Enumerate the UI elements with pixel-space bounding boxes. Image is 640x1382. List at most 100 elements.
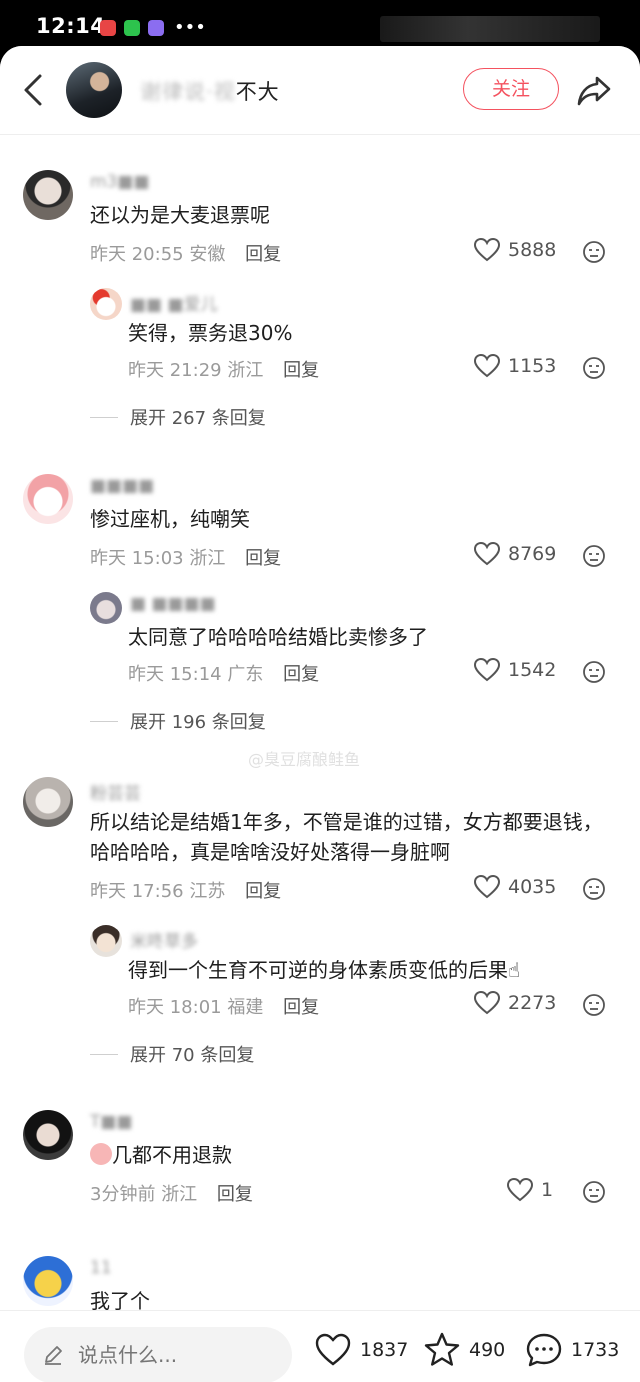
reply-username[interactable]: ■■ ■爱儿 bbox=[130, 290, 218, 315]
heart-icon bbox=[474, 542, 500, 566]
reply-avatar[interactable] bbox=[90, 925, 122, 957]
dislike-icon[interactable] bbox=[582, 544, 606, 568]
expand-replies[interactable]: 展开 196 条回复 bbox=[90, 708, 266, 734]
bottom-bar: 1837 490 1733 bbox=[0, 1310, 640, 1382]
comment-total: 1733 bbox=[571, 1339, 620, 1361]
comment-time: 3分钟前 bbox=[90, 1184, 156, 1205]
commenter-username[interactable]: ■■■■ bbox=[90, 476, 154, 496]
comment-action[interactable]: 1733 bbox=[525, 1331, 619, 1369]
watermark: @臭豆腐酿鲑鱼 bbox=[248, 750, 361, 769]
heart-icon bbox=[474, 354, 500, 378]
comment-text-body: 几都不用退款 bbox=[112, 1143, 232, 1167]
author-name-obscured: 谢律说·视 bbox=[140, 80, 236, 104]
like-button[interactable]: 2273 bbox=[474, 991, 556, 1015]
comment-location: 浙江 bbox=[161, 1184, 198, 1205]
comment-text: 还以为是大麦退票呢 bbox=[90, 203, 270, 227]
expand-divider bbox=[90, 1053, 118, 1055]
expand-replies[interactable]: 展开 267 条回复 bbox=[90, 404, 266, 430]
dislike-icon[interactable] bbox=[582, 660, 606, 684]
pencil-icon bbox=[45, 1346, 62, 1365]
back-arrow-icon[interactable] bbox=[18, 72, 48, 108]
dislike-icon[interactable] bbox=[582, 240, 606, 264]
comment-time: 昨天 17:56 bbox=[90, 881, 184, 902]
favorite-action[interactable]: 490 bbox=[423, 1331, 505, 1369]
reply-button[interactable]: 回复 bbox=[283, 664, 319, 685]
like-total: 1837 bbox=[360, 1339, 409, 1361]
heart-icon bbox=[474, 658, 500, 682]
reply-location: 浙江 bbox=[227, 360, 264, 381]
like-button[interactable]: 5888 bbox=[474, 238, 556, 262]
reply-button[interactable]: 回复 bbox=[245, 881, 281, 902]
heart-icon bbox=[315, 1333, 351, 1366]
heart-icon bbox=[474, 238, 500, 262]
reply-time: 昨天 15:14 bbox=[128, 664, 222, 685]
like-count: 1153 bbox=[508, 355, 557, 377]
reply-button[interactable]: 回复 bbox=[283, 997, 319, 1018]
comment-input[interactable] bbox=[76, 1342, 280, 1368]
reply-button[interactable]: 回复 bbox=[217, 1184, 253, 1205]
commenter-username[interactable]: T■■ bbox=[90, 1112, 133, 1132]
reply-button[interactable]: 回复 bbox=[245, 244, 281, 265]
reply-avatar[interactable] bbox=[90, 288, 122, 320]
reply-location: 福建 bbox=[227, 997, 264, 1018]
reply-text: 太同意了哈哈哈哈结婚比卖惨多了 bbox=[128, 625, 428, 649]
like-count: 8769 bbox=[508, 543, 557, 565]
expand-replies[interactable]: 展开 70 条回复 bbox=[90, 1041, 254, 1067]
like-button[interactable]: 1542 bbox=[474, 658, 556, 682]
comment-meta: 3分钟前 浙江 回复 bbox=[90, 1180, 253, 1206]
comment-location: 浙江 bbox=[189, 548, 226, 569]
like-button[interactable]: 4035 bbox=[474, 875, 556, 899]
expand-divider bbox=[90, 720, 118, 722]
weibo-icon bbox=[100, 20, 116, 36]
commenter-avatar[interactable] bbox=[23, 1256, 73, 1306]
dislike-icon[interactable] bbox=[582, 877, 606, 901]
author-avatar[interactable] bbox=[66, 62, 122, 118]
heart-icon bbox=[474, 875, 500, 899]
dislike-icon[interactable] bbox=[582, 356, 606, 380]
commenter-avatar[interactable] bbox=[23, 777, 73, 827]
comment-sheet: 谢律说·视不大 关注 m3■■ 还以为是大麦退票呢 昨天 20:55 安徽 回复… bbox=[0, 46, 640, 1382]
comment-location: 安徽 bbox=[189, 244, 226, 265]
commenter-username[interactable]: 粉芸芸 bbox=[90, 779, 141, 804]
author-name[interactable]: 谢律说·视不大 bbox=[140, 76, 280, 106]
dislike-icon[interactable] bbox=[582, 1180, 606, 1204]
commenter-avatar[interactable] bbox=[23, 474, 73, 524]
expand-divider bbox=[90, 416, 118, 418]
status-app-icons: ••• bbox=[100, 19, 206, 37]
follow-button[interactable]: 关注 bbox=[463, 68, 559, 110]
reply-meta: 昨天 15:14 广东 回复 bbox=[128, 660, 319, 686]
reply-avatar[interactable] bbox=[90, 592, 122, 624]
commenter-username[interactable]: 11 bbox=[90, 1258, 112, 1278]
comment-location: 江苏 bbox=[189, 881, 226, 902]
comment-text: 惨过座机，纯嘲笑 bbox=[90, 507, 250, 531]
expand-label: 展开 267 条回复 bbox=[130, 408, 266, 429]
like-count: 5888 bbox=[508, 239, 557, 261]
top-bar: 谢律说·视不大 关注 bbox=[0, 46, 640, 135]
like-button[interactable]: 1153 bbox=[474, 354, 556, 378]
like-button[interactable]: 1 bbox=[507, 1178, 553, 1202]
comment-input-box[interactable] bbox=[24, 1327, 292, 1382]
reply-meta: 昨天 18:01 福建 回复 bbox=[128, 993, 319, 1019]
commenter-avatar[interactable] bbox=[23, 1110, 73, 1160]
share-icon[interactable] bbox=[574, 70, 614, 110]
heart-icon bbox=[474, 991, 500, 1015]
comment-text: 所以结论是结婚1年多，不管是谁的过错，女方都要退钱，哈哈哈哈，真是啥啥没好处落得… bbox=[90, 810, 603, 864]
reply-username[interactable]: ■ ■■■■ bbox=[130, 594, 216, 614]
comment-time: 昨天 20:55 bbox=[90, 244, 184, 265]
commenter-avatar[interactable] bbox=[23, 170, 73, 220]
reply-button[interactable]: 回复 bbox=[283, 360, 319, 381]
reply-username[interactable]: 米咚草多 bbox=[130, 927, 198, 952]
like-action[interactable]: 1837 bbox=[314, 1331, 408, 1369]
commenter-username[interactable]: m3■■ bbox=[90, 172, 150, 192]
reply-time: 昨天 21:29 bbox=[128, 360, 222, 381]
like-count: 1 bbox=[541, 1179, 554, 1201]
star-icon bbox=[424, 1332, 460, 1366]
expand-label: 展开 196 条回复 bbox=[130, 712, 266, 733]
dislike-icon[interactable] bbox=[582, 993, 606, 1017]
status-right-redacted bbox=[380, 16, 600, 42]
reply-button[interactable]: 回复 bbox=[245, 548, 281, 569]
comment-time: 昨天 15:03 bbox=[90, 548, 184, 569]
expand-label: 展开 70 条回复 bbox=[130, 1045, 255, 1066]
heart-icon bbox=[507, 1178, 533, 1202]
like-button[interactable]: 8769 bbox=[474, 542, 556, 566]
